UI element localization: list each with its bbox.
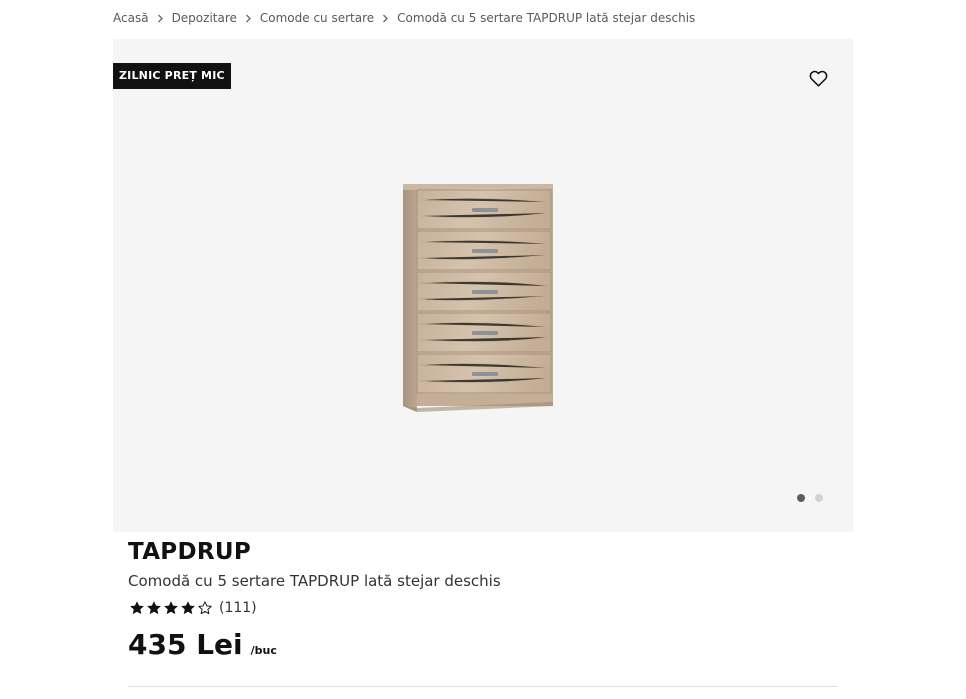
price-value: 435 Lei <box>128 628 243 661</box>
gallery-dot-1[interactable] <box>797 494 805 502</box>
product-name: Comodă cu 5 sertare TAPDRUP lată stejar … <box>128 572 501 590</box>
star-filled-icon <box>163 600 179 616</box>
star-filled-icon <box>180 600 196 616</box>
breadcrumb-storage-link[interactable]: Depozitare <box>172 11 237 25</box>
price-unit: /buc <box>250 644 277 657</box>
breadcrumb-drawers-link[interactable]: Comode cu sertare <box>260 11 374 25</box>
star-filled-icon <box>146 600 162 616</box>
product-image-gallery[interactable]: ZILNIC PREȚ MIC <box>113 39 853 532</box>
breadcrumb: Acasă Depozitare Comode cu sertare Comod… <box>113 9 695 27</box>
product-rating[interactable]: (111) <box>129 600 257 616</box>
breadcrumb-current-page: Comodă cu 5 sertare TAPDRUP lată stejar … <box>397 11 696 25</box>
star-filled-icon <box>129 600 145 616</box>
promo-badge: ZILNIC PREȚ MIC <box>113 63 231 89</box>
product-price: 435 Lei /buc <box>128 628 277 661</box>
chevron-right-icon <box>149 14 172 23</box>
rating-stars <box>129 600 213 616</box>
gallery-dot-2[interactable] <box>815 494 823 502</box>
breadcrumb-home-link[interactable]: Acasă <box>113 11 149 25</box>
product-image <box>403 184 553 412</box>
chevron-right-icon <box>374 14 397 23</box>
product-brand: TAPDRUP <box>128 539 251 565</box>
gallery-pagination <box>797 494 823 502</box>
section-divider <box>128 686 838 687</box>
review-count[interactable]: (111) <box>219 600 257 616</box>
wishlist-button[interactable] <box>807 67 829 89</box>
heart-outline-icon <box>809 70 827 87</box>
star-outline-icon <box>197 600 213 616</box>
chevron-right-icon <box>237 14 260 23</box>
